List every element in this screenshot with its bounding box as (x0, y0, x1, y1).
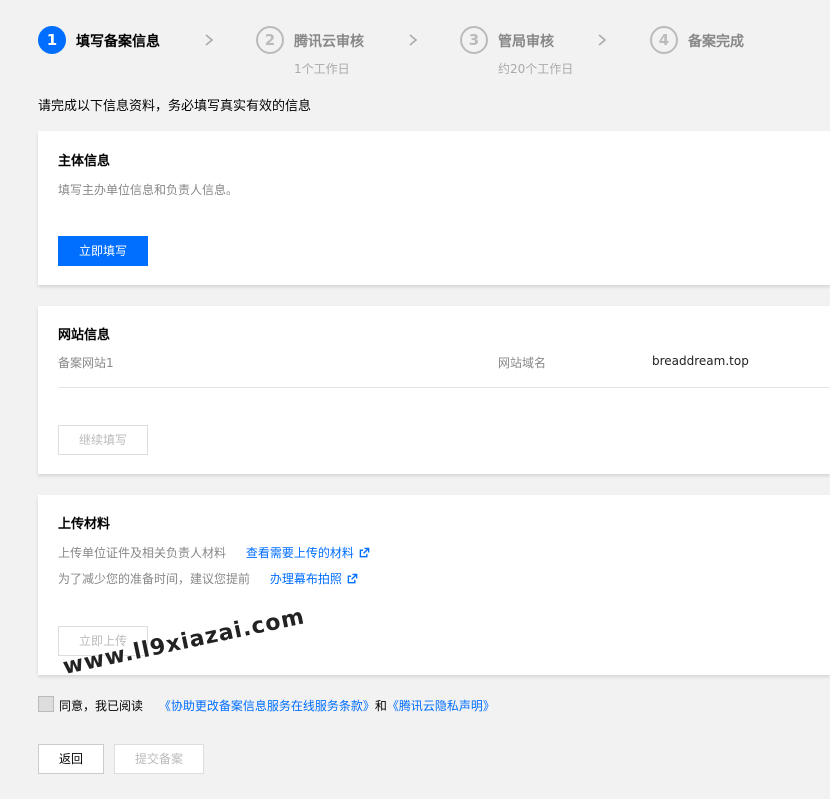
agreement-text: 同意，我已阅读 《协助更改备案信息服务在线服务条款》和《腾讯云隐私声明》 (59, 697, 495, 714)
agreement-and: 和 (374, 699, 387, 713)
external-link-icon (359, 547, 370, 558)
step-progress: 1 填写备案信息 2 腾讯云审核 1个工作日 3 管局审核 约20个工作日 4 … (38, 26, 818, 76)
step-number: 3 (460, 26, 488, 54)
privacy-statement-link[interactable]: 《腾讯云隐私声明》 (387, 699, 495, 713)
card-title: 网站信息 (58, 328, 111, 343)
submit-filing-button[interactable]: 提交备案 (114, 744, 204, 774)
card-title: 主体信息 (58, 154, 111, 169)
step-title: 备案完成 (688, 34, 744, 50)
site-label: 备案网站1 (58, 356, 114, 370)
step-duration: 1个工作日 (294, 62, 350, 76)
domain-label: 网站域名 (498, 356, 547, 370)
external-link-icon (347, 573, 358, 584)
service-terms-link[interactable]: 《协助更改备案信息服务在线服务条款》 (159, 699, 375, 713)
view-materials-link[interactable]: 查看需要上传的材料 (246, 546, 370, 560)
step-title: 腾讯云审核 (294, 34, 364, 50)
upload-line-2: 为了减少您的准备时间，建议您提前 办理幕布拍照 (58, 570, 358, 587)
site-row: 备案网站1 网站域名 breaddream.top (58, 354, 830, 388)
upload-line-1: 上传单位证件及相关负责人材料 查看需要上传的材料 (58, 544, 370, 561)
domain-value: breaddream.top (652, 354, 749, 368)
step-number: 1 (38, 26, 66, 54)
step-duration: 约20个工作日 (498, 62, 574, 76)
fill-now-button[interactable]: 立即填写 (58, 236, 148, 266)
step-title: 管局审核 (498, 34, 554, 50)
agreement-prefix: 同意，我已阅读 (59, 699, 144, 713)
step-number: 4 (650, 26, 678, 54)
back-button[interactable]: 返回 (38, 744, 104, 774)
chevron-right-icon (598, 34, 607, 46)
chevron-right-icon (409, 34, 418, 46)
website-info-card: 网站信息 备案网站1 网站域名 breaddream.top 继续填写 (38, 306, 830, 474)
upload-line-2-text: 为了减少您的准备时间，建议您提前 (58, 572, 251, 586)
agreement-checkbox[interactable] (38, 696, 54, 712)
step-number: 2 (256, 26, 284, 54)
subject-info-card: 主体信息 填写主办单位信息和负责人信息。 立即填写 (38, 131, 830, 285)
curtain-photo-link[interactable]: 办理幕布拍照 (270, 572, 358, 586)
card-title: 上传材料 (58, 517, 111, 532)
step-title: 填写备案信息 (76, 34, 160, 50)
upload-line-1-text: 上传单位证件及相关负责人材料 (58, 546, 227, 560)
continue-fill-button[interactable]: 继续填写 (58, 425, 148, 455)
notice-text: 请完成以下信息资料，务必填写真实有效的信息 (38, 99, 312, 114)
chevron-right-icon (205, 34, 214, 46)
card-description: 填写主办单位信息和负责人信息。 (58, 183, 239, 197)
